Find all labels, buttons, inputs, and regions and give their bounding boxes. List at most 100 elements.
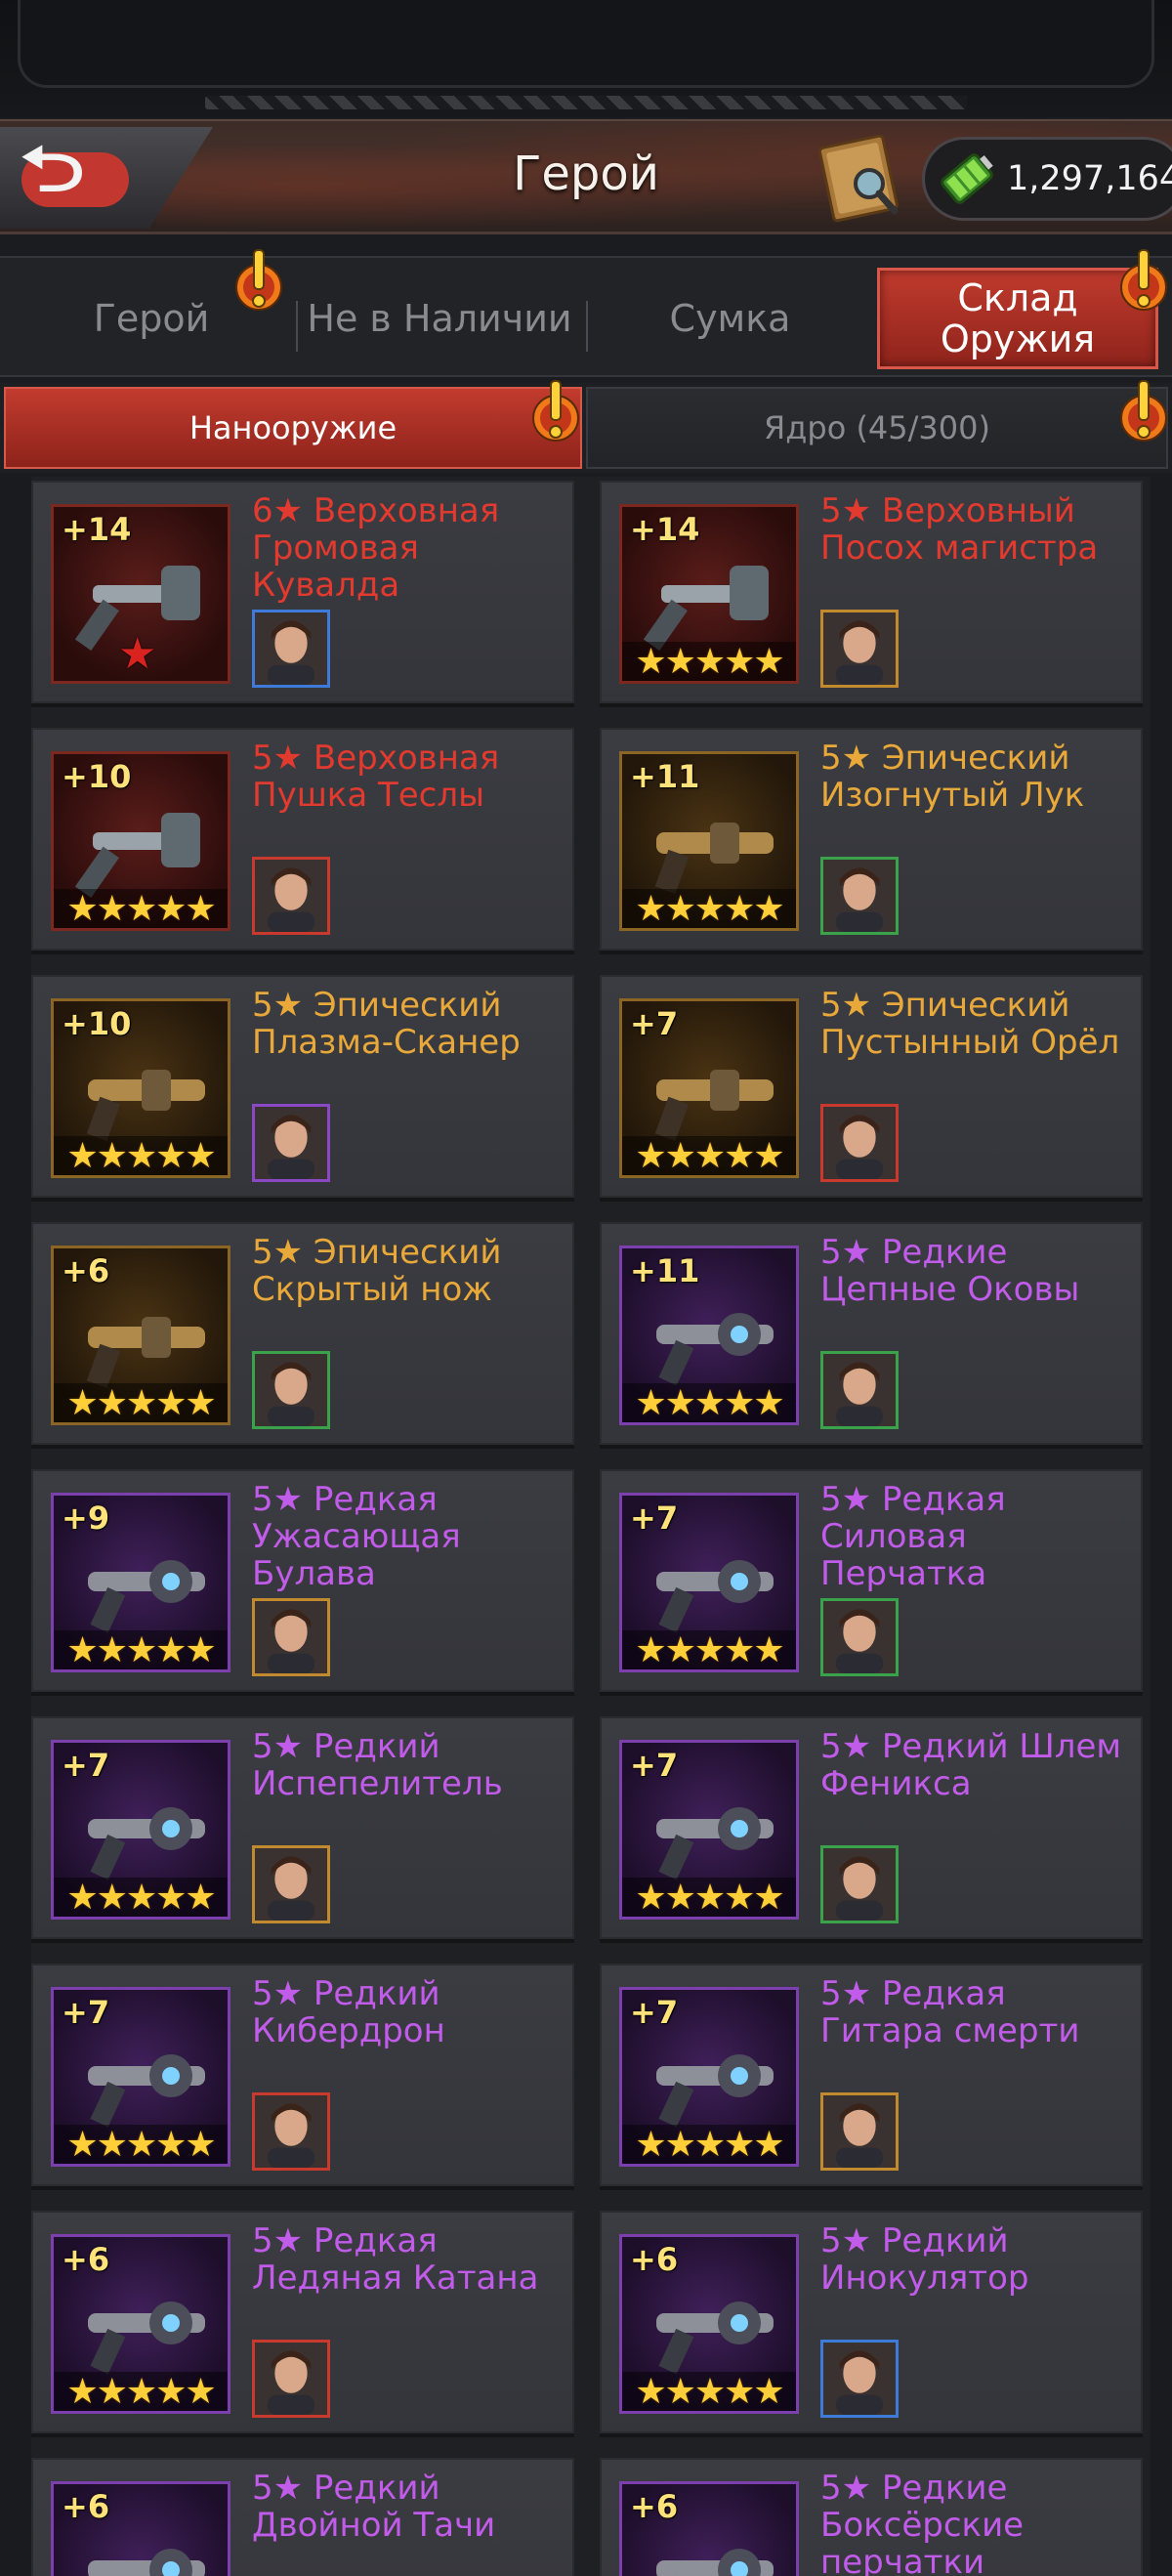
weapon-name: 5★ Редкий Испепелитель [252,1727,503,1803]
weapon-level: +6 [62,2488,110,2525]
manual-icon[interactable] [818,135,902,223]
katana-icon [88,2302,205,2375]
weapon-card[interactable]: +10 ★★★★★ 5★ Эпический Плазма-Сканер [31,975,574,1198]
weapon-card[interactable]: +7 ★★★★★ 5★ Редкий Кибердрон [31,1964,574,2186]
star-rating: ★★★★★ [54,1136,228,1175]
weapon-card[interactable]: +6 ★★★★★ 5★ Редкий Инокулятор [600,2211,1143,2433]
weapon-name: 5★ Редкая Ледяная Катана [252,2221,539,2298]
weapon-thumbnail[interactable]: +6★★★★★ [51,1246,230,1425]
weapon-thumbnail[interactable]: +7 ★★★★★ [619,1987,799,2167]
sub-tabs: Нанооружие Ядро (45/300) [0,380,1172,473]
weapon-level: +7 [62,1747,110,1784]
weapon-thumbnail[interactable]: +7 ★★★★★ [619,998,799,1178]
weapon-name: 5★ Редкие Боксёрские перчатки [820,2469,1025,2576]
blonde-woman-avatar [823,2095,896,2168]
tab-not-available[interactable]: Не в Наличии [293,268,586,369]
weapon-name: 6★ Верховная Громовая Кувалда [252,491,500,605]
hero-avatar[interactable] [820,1351,899,1429]
weapon-card[interactable]: +7 ★★★★★ 5★ Эпический Пустынный Орёл [600,975,1143,1198]
hero-avatar[interactable] [820,857,899,935]
weapon-thumbnail[interactable]: +10 ★★★★★ [51,751,230,931]
weapon-name: 5★ Редкий Двойной Тачи [252,2469,496,2545]
weapon-card[interactable]: +7 ★★★★★ 5★ Редкая Силовая Перчатка [600,1469,1143,1692]
tab-weapon-storage[interactable]: Склад Оружия [877,268,1158,369]
weapon-card[interactable]: +10 ★★★★★ 5★ Верховная Пушка Теслы [31,728,574,950]
weapon-card[interactable]: +14 ★ 6★ Верховная Громовая Кувалда [31,481,574,703]
weapon-card[interactable]: +6 ★★★★★ 5★ Редкая Ледяная Катана [31,2211,574,2433]
helmet-avatar [255,612,327,685]
hero-avatar[interactable] [820,2092,899,2171]
inoculator-icon [656,2302,774,2375]
hero-avatar[interactable] [820,610,899,688]
hero-avatar[interactable] [252,610,330,688]
hero-avatar[interactable] [252,857,330,935]
drone-icon [88,2054,205,2128]
weapon-thumbnail[interactable]: +7 ★★★★★ [619,1740,799,1920]
woman-avatar [255,1107,327,1179]
hero-avatar[interactable] [820,1598,899,1676]
weapon-card[interactable]: +7 ★★★★★ 5★ Редкий Шлем Феникса [600,1716,1143,1939]
weapon-card[interactable]: +11 ★★★★★ 5★ Эпический Изогнутый Лук [600,728,1143,950]
weapon-list[interactable]: +14 ★ 6★ Верховная Громовая Кувалда +14 ★★★★… [0,477,1172,2576]
hero-avatar[interactable] [252,1598,330,1676]
subtab-label: Нанооружие [188,409,398,446]
weapon-thumbnail[interactable]: +7 ★★★★★ [619,1493,799,1672]
hero-avatar[interactable] [252,1351,330,1429]
star-rating: ★★★★★ [622,642,796,681]
weapon-card[interactable]: +6★★★★★ 5★ Редкий Двойной Тачи [31,2458,574,2576]
weapon-card[interactable]: +11 ★★★★★ 5★ Редкие Цепные Оковы [600,1222,1143,1445]
weapon-name: 5★ Эпический Скрытый нож [252,1233,502,1309]
weapon-thumbnail[interactable]: +7 ★★★★★ [51,1987,230,2167]
tab-bag[interactable]: Сумка [596,268,864,369]
weapon-thumbnail[interactable]: +6★★★★★ [51,2481,230,2576]
alert-icon [532,380,579,442]
weapon-thumbnail[interactable]: +11 ★★★★★ [619,751,799,931]
guitar-icon [656,2054,774,2128]
header-bar: ⮌ Герой 1,297,164 [0,119,1172,234]
hero-avatar[interactable] [820,1104,899,1182]
weapon-level: +6 [62,2241,110,2278]
weapon-thumbnail[interactable]: +10 ★★★★★ [51,998,230,1178]
staff-icon [643,566,769,652]
weapon-level: +7 [62,1994,110,2031]
weapon-card[interactable]: +7 ★★★★★ 5★ Редкий Испепелитель [31,1716,574,1939]
weapon-level: +7 [630,1499,679,1537]
weapon-thumbnail[interactable]: +11 ★★★★★ [619,1246,799,1425]
weapon-card[interactable]: +6★★★★★5★ Редкие Боксёрские перчатки [600,2458,1143,2576]
bow-icon [654,823,774,894]
red-star-icon: ★ [118,629,157,679]
hero-avatar[interactable] [820,1845,899,1923]
star-rating: ★★★★★ [622,1136,796,1175]
weapon-thumbnail[interactable]: +7 ★★★★★ [51,1740,230,1920]
weapon-name: 5★ Редкая Силовая Перчатка [820,1480,1006,1593]
weapon-name: 5★ Редкая Ужасающая Булава [252,1480,461,1593]
weapon-level: +6 [62,1252,110,1289]
weapon-name: 5★ Верховный Посох магистра [820,491,1099,568]
hero-avatar[interactable] [252,2092,330,2171]
weapon-thumbnail[interactable]: +9 ★★★★★ [51,1493,230,1672]
weapon-card[interactable]: +7 ★★★★★ 5★ Редкая Гитара смерти [600,1964,1143,2186]
subtab-label: Ядро (45/300) [764,409,990,446]
weapon-card[interactable]: +14 ★★★★★ 5★ Верховный Посох магистра [600,481,1143,703]
weapon-level: +11 [630,1252,700,1289]
weapon-thumbnail[interactable]: +14 ★★★★★ [619,504,799,684]
subtab-core[interactable]: Ядро (45/300) [586,387,1168,469]
weapon-card[interactable]: +9 ★★★★★ 5★ Редкая Ужасающая Булава [31,1469,574,1692]
knife-icon [86,1317,205,1388]
hero-avatar[interactable] [252,1104,330,1182]
soldier-avatar [255,1601,327,1673]
weapon-level: +6 [630,2488,679,2525]
currency-display[interactable]: 1,297,164 [922,137,1172,221]
subtab-nano-weapons[interactable]: Нанооружие [4,387,582,469]
weapon-thumbnail[interactable]: +14 ★ [51,504,230,684]
star-rating: ★★★★★ [622,2125,796,2164]
weapon-card[interactable]: +6 ★★★★★ 5★ Эпический Скрытый нож [31,1222,574,1445]
hero-avatar[interactable] [252,2340,330,2418]
weapon-thumbnail[interactable]: +6★★★★★ [619,2234,799,2414]
weapon-name: 5★ Редкий Инокулятор [820,2221,1029,2298]
weapon-thumbnail[interactable]: +6★★★★★ [619,2481,799,2576]
hero-avatar[interactable] [252,1845,330,1923]
hero-avatar[interactable] [820,2340,899,2418]
weapon-thumbnail[interactable]: +6★★★★★ [51,2234,230,2414]
dark-hair-woman-avatar [255,860,327,932]
